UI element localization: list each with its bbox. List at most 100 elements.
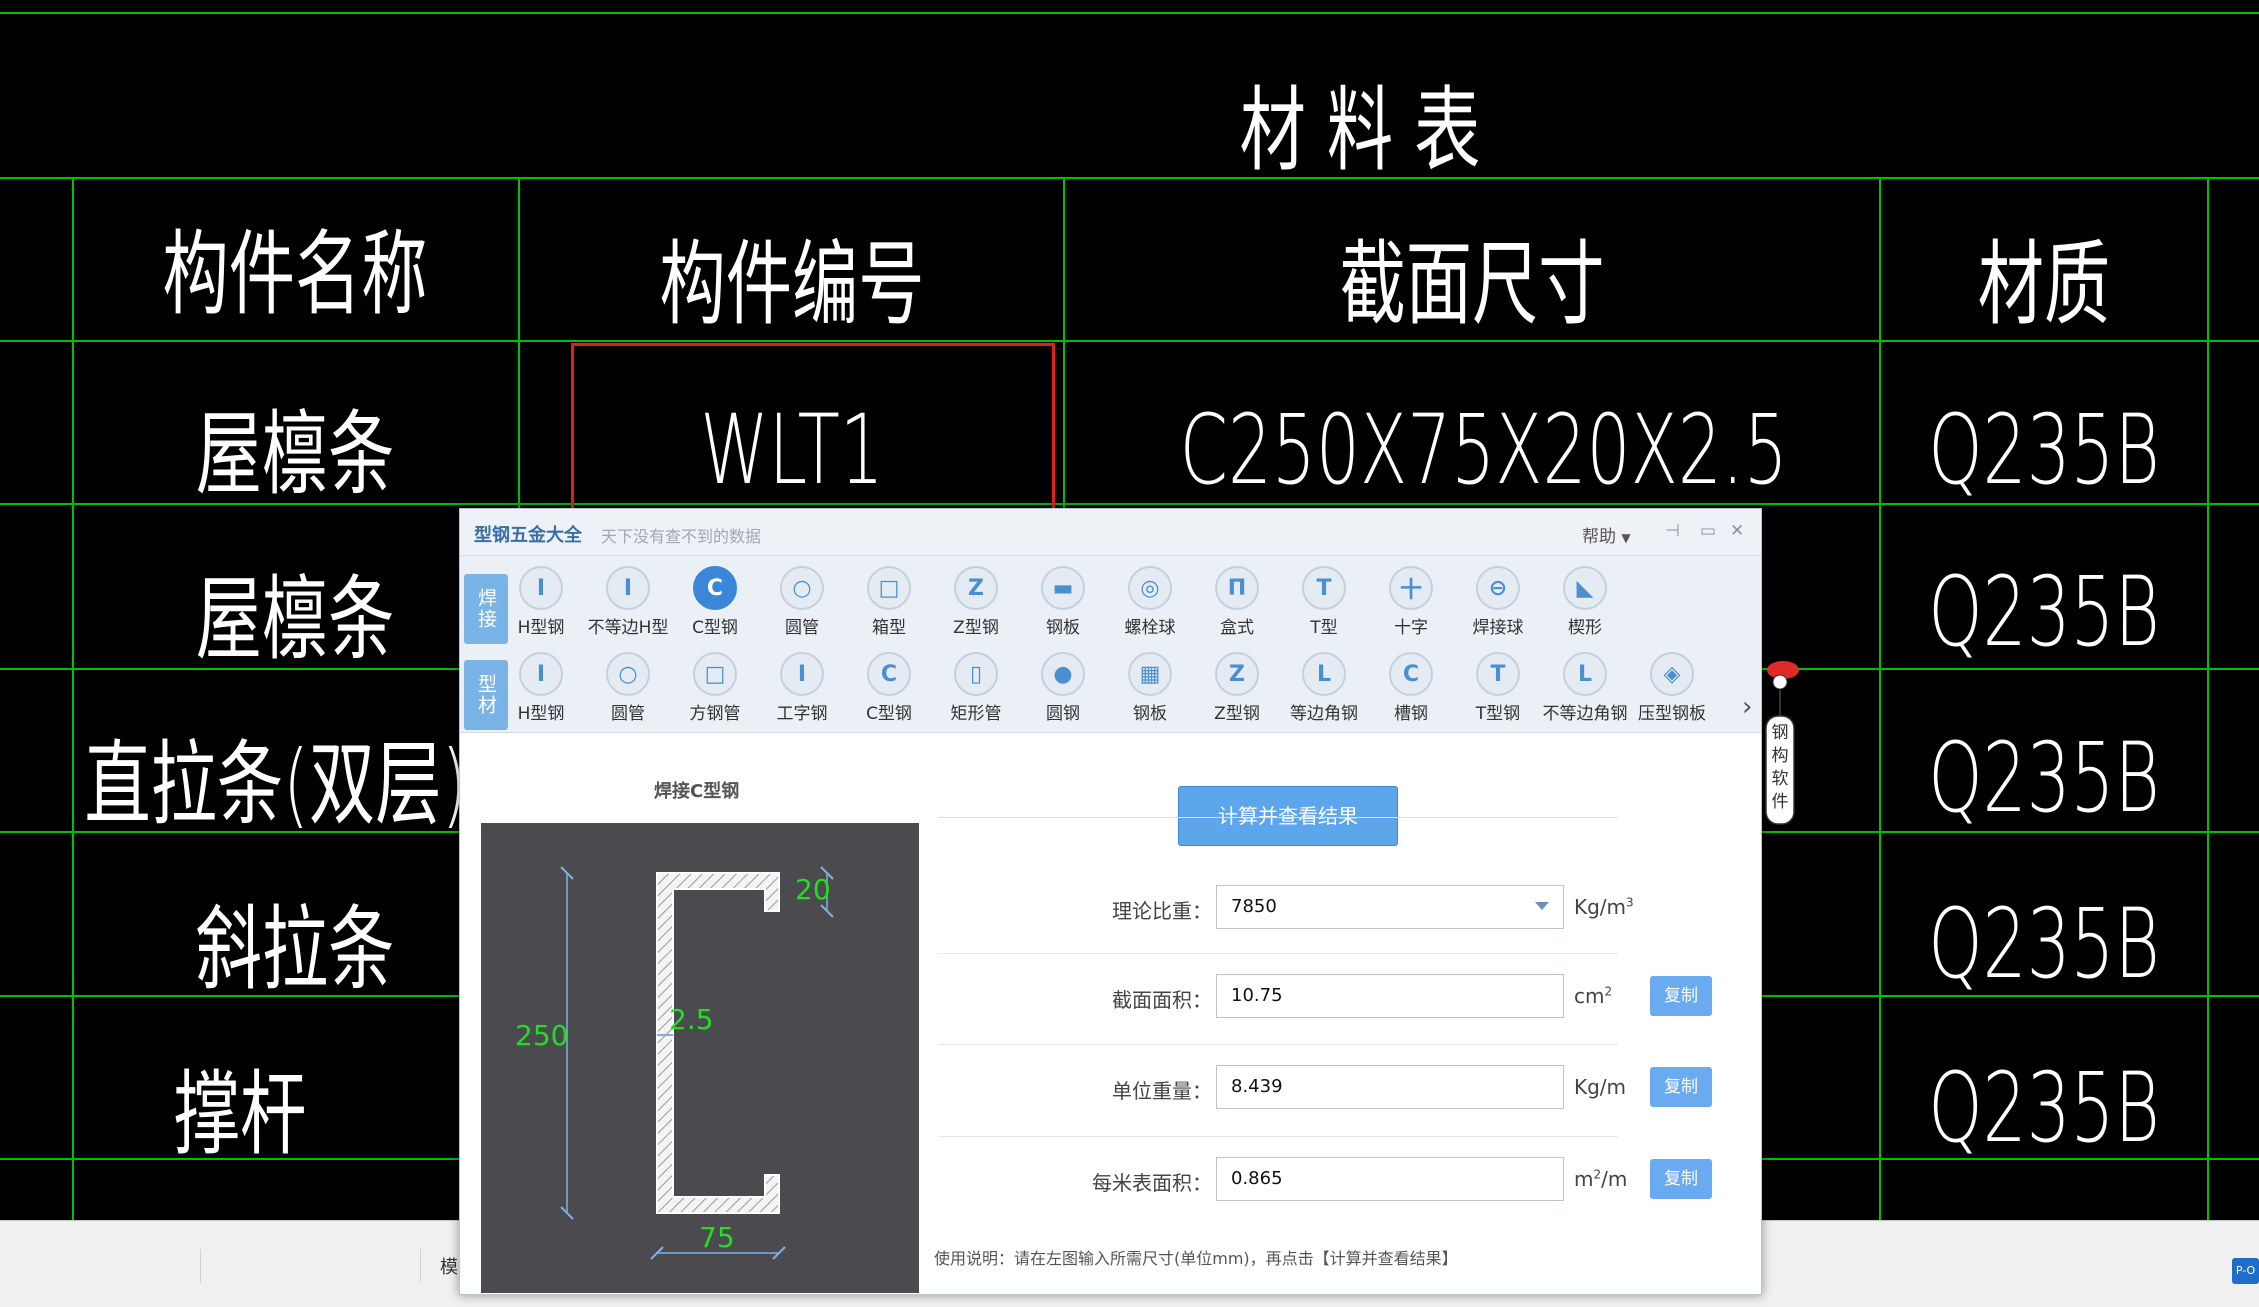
c-channel-icon: C [867,652,911,696]
profile-item-label: C型钢 [866,704,912,724]
unequal-h-beam-icon: I [606,566,650,610]
welded-item-label: 楔形 [1568,618,1602,638]
t-section-icon: T [1476,652,1520,696]
row4-name: 斜拉条 [195,896,395,1003]
title-bar: 型钢五金大全 天下没有查不到的数据 帮助 ▼ ⊣ ▭ ✕ [460,509,1761,556]
density-row: 理论比重： 7850 Kg/m3 [938,865,1634,953]
minimize-icon[interactable]: ▭ [1700,521,1716,541]
square-tube-icon: □ [693,652,737,696]
mascot-widget[interactable]: 钢构软件 [1760,660,1806,828]
surface-label: 每米表面积： [1092,1171,1212,1195]
profile-item-2[interactable]: □ 方钢管 [672,648,758,728]
profile-item-11[interactable]: T T型钢 [1455,648,1541,728]
chevron-down-icon: ▼ [1621,531,1631,545]
welded-item-4[interactable]: □ 箱型 [846,562,932,642]
c-section-drawing: 250 75 20 2.5 [515,866,834,1260]
profile-item-label: 不等边角钢 [1542,704,1628,724]
welded-item-0[interactable]: I H型钢 [498,562,584,642]
profile-item-label: 等边角钢 [1290,704,1358,724]
profile-item-0[interactable]: I H型钢 [498,648,584,728]
copy-area-button[interactable]: 复制 [1650,976,1712,1016]
c-section-preview[interactable]: 250 75 20 2.5 [481,823,919,1293]
header-section: 截面尺寸 [1339,231,1605,338]
welded-item-label: 盒式 [1220,618,1254,638]
app-slogan: 天下没有查不到的数据 [601,527,762,546]
profile-item-label: 圆管 [611,704,645,724]
welded-item-11[interactable]: ⊖ 焊接球 [1455,562,1541,642]
help-label: 帮助 [1582,527,1616,547]
status-right-button[interactable]: P-O [2232,1258,2259,1284]
profile-item-12[interactable]: L 不等边角钢 [1542,648,1628,728]
app-title: 型钢五金大全 [474,525,582,546]
chevron-right-icon[interactable]: › [1742,692,1752,722]
welded-ball-icon: ⊖ [1476,566,1520,610]
profile-item-3[interactable]: I 工字钢 [759,648,845,728]
density-unit: Kg/m3 [1574,895,1634,919]
grid-line [72,177,74,1220]
steel-tool-window: 型钢五金大全 天下没有查不到的数据 帮助 ▼ ⊣ ▭ ✕ 焊接 型材 I H型钢 I… [459,508,1762,1295]
channel-icon: C [1389,652,1433,696]
density-select[interactable]: 7850 [1216,885,1564,929]
welded-item-label: Z型钢 [953,618,999,638]
profile-item-label: 方钢管 [689,704,741,724]
profile-item-5[interactable]: ▯ 矩形管 [933,648,1019,728]
profile-item-7[interactable]: ▦ 钢板 [1107,648,1193,728]
copy-weight-button[interactable]: 复制 [1650,1067,1712,1107]
welded-item-1[interactable]: I 不等边H型 [585,562,671,642]
welded-item-8[interactable]: Π 盒式 [1194,562,1280,642]
welded-item-10[interactable]: 十十字 [1368,562,1454,642]
profile-item-4[interactable]: C C型钢 [846,648,932,728]
profile-item-1[interactable]: ○ 圆管 [585,648,671,728]
welded-item-3[interactable]: ○ 圆管 [759,562,845,642]
h-beam-icon: I [519,652,563,696]
density-label: 理论比重： [1112,899,1212,923]
help-menu[interactable]: 帮助 ▼ [1582,522,1631,547]
preview-title: 焊接C型钢 [654,781,740,802]
welded-item-2[interactable]: C C型钢 [672,562,758,642]
usage-instruction: 使用说明：请在左图输入所需尺寸(单位mm)，再点击【计算并查看结果】 [934,1249,1458,1268]
profile-item-10[interactable]: C 槽钢 [1368,648,1454,728]
wedge-icon: ◣ [1563,566,1607,610]
area-unit-sup: 2 [1604,984,1613,999]
round-tube-icon: ○ [780,566,824,610]
h-beam-icon: I [519,566,563,610]
profile-item-6[interactable]: ● 圆钢 [1020,648,1106,728]
profile-item-13[interactable]: ◈ 压型钢板 [1629,648,1715,728]
close-icon[interactable]: ✕ [1730,521,1744,541]
shape-toolbar: 焊接 型材 I H型钢 I 不等边H型 C C型钢 ○ 圆管 □ 箱型 Z Z型钢 ▬ 钢板 ◎ 螺栓球 Π 盒式… [460,556,1761,733]
table-title: 材 料 表 [1239,77,1481,184]
profile-item-label: 圆钢 [1046,704,1080,724]
copy-surface-button[interactable]: 复制 [1650,1159,1712,1199]
profile-item-9[interactable]: L 等边角钢 [1281,648,1367,728]
calculate-button[interactable]: 计算并查看结果 [1178,786,1398,846]
dim-lip: 20 [795,873,831,906]
profile-item-8[interactable]: Z Z型钢 [1194,648,1280,728]
welded-item-label: H型钢 [517,618,565,638]
welded-item-6[interactable]: ▬ 钢板 [1020,562,1106,642]
dim-width: 75 [699,1221,735,1254]
pin-icon[interactable]: ⊣ [1665,521,1680,541]
weight-field[interactable]: 8.439 [1216,1065,1564,1109]
area-field[interactable]: 10.75 [1216,974,1564,1018]
grid-line [2207,177,2209,1220]
steel-plate-icon: ▦ [1128,652,1172,696]
welded-item-7[interactable]: ◎ 螺栓球 [1107,562,1193,642]
header-material: 材质 [1977,231,2111,338]
dropdown-arrow-icon[interactable] [1535,902,1549,910]
status-text: 模 [440,1257,458,1278]
density-unit-text: Kg/m [1574,895,1627,919]
z-section-icon: Z [1215,652,1259,696]
welded-item-label: 螺栓球 [1124,618,1176,638]
area-label: 截面面积： [1112,988,1212,1012]
profile-item-label: 钢板 [1133,704,1167,724]
grid-line [0,177,2259,179]
welded-item-12[interactable]: ◣ 楔形 [1542,562,1628,642]
welded-item-label: C型钢 [692,618,738,638]
welded-item-label: 十字 [1394,618,1428,638]
welded-item-5[interactable]: Z Z型钢 [933,562,1019,642]
welded-item-9[interactable]: T T型 [1281,562,1367,642]
grid-line [0,12,2259,14]
grid-line [1879,177,1881,1220]
row4-material: Q235B [1928,888,2160,1000]
surface-field[interactable]: 0.865 [1216,1157,1564,1201]
